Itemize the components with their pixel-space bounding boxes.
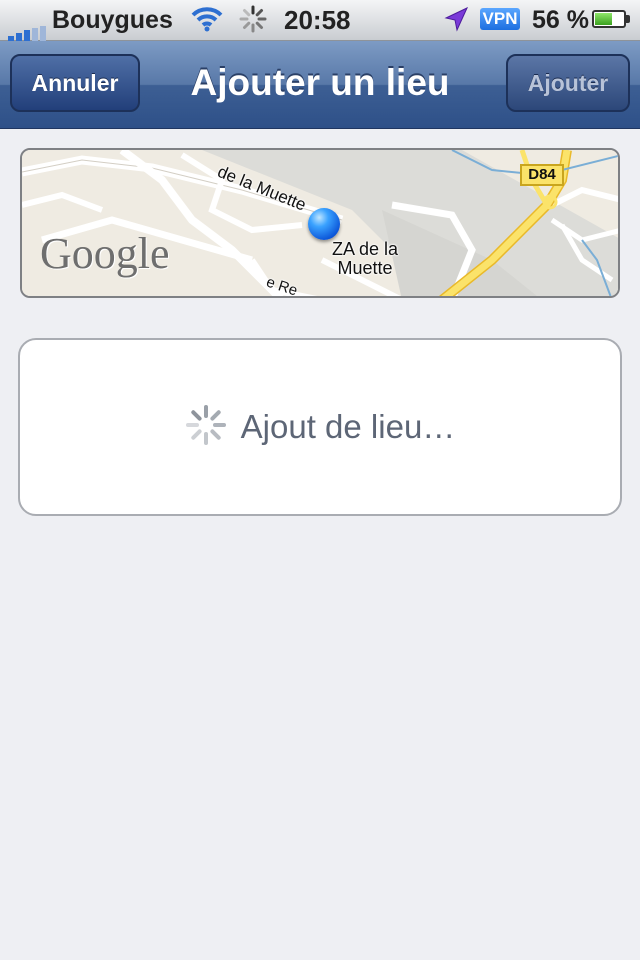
location-pin-icon[interactable] <box>308 208 340 240</box>
activity-spinner-icon <box>238 4 268 42</box>
highway-shield: D84 <box>520 164 564 186</box>
cancel-button[interactable]: Annuler <box>10 54 140 112</box>
battery-level <box>595 13 612 25</box>
loading-indicator: Ajout de lieu… <box>20 340 620 514</box>
clock-time: 20:58 <box>284 5 351 35</box>
status-bar: Bouygues 20:58 VPN 56 % <box>0 0 640 42</box>
navigation-bar: Annuler Ajouter un lieu Ajouter <box>0 41 640 129</box>
activity-spinner-icon <box>185 404 227 451</box>
google-logo: Google <box>40 229 170 278</box>
add-button[interactable]: Ajouter <box>506 54 630 112</box>
signal-icon <box>8 13 48 42</box>
page-title: Ajouter un lieu <box>190 62 450 103</box>
battery-percent: 56 % <box>532 6 589 34</box>
battery-icon <box>592 10 626 28</box>
wifi-icon <box>190 4 224 42</box>
place-label: ZA de la Muette <box>332 240 398 278</box>
place-label-line1: ZA de la <box>332 239 399 259</box>
carrier-name: Bouygues <box>52 6 173 34</box>
map-view[interactable]: de la Muette D84 Google ZA de la Muette … <box>20 148 620 298</box>
vpn-badge: VPN <box>480 8 520 30</box>
location-arrow-icon <box>442 4 470 42</box>
place-label-line2: Muette <box>337 258 393 278</box>
battery-nub <box>626 15 630 23</box>
status-card: Ajout de lieu… <box>18 338 622 516</box>
loading-text: Ajout de lieu… <box>240 408 456 445</box>
